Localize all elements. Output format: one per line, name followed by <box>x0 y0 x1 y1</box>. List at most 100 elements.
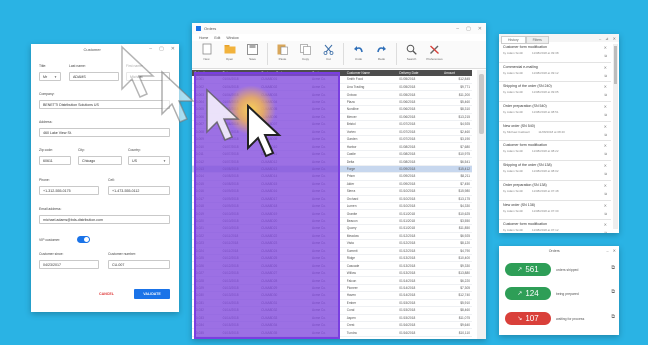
title-select[interactable]: Mr ▼ <box>39 72 61 81</box>
cut-button[interactable]: Cut <box>320 43 337 61</box>
table-cell: 01/08/2018 <box>397 157 442 166</box>
close-icon[interactable]: ✕ <box>613 248 616 253</box>
open-icon[interactable]: ⧉ <box>604 152 607 156</box>
history-scrollbar[interactable] <box>613 44 618 229</box>
validate-button[interactable]: VALIDATE <box>134 289 170 299</box>
menu-window[interactable]: Window <box>226 36 238 40</box>
trend-down-icon: ↘ <box>517 316 523 322</box>
orders-waiting-row[interactable]: ↘ 107 waiting for process <box>505 312 606 325</box>
close-icon[interactable]: ✕ <box>604 45 607 50</box>
list-item[interactable]: New order (SN 138) by Adam Smith 11/08/20… <box>499 201 611 221</box>
list-item[interactable]: Order preparation (SN 138) by Adam Smith … <box>499 181 611 201</box>
save-button[interactable]: Save <box>244 43 261 61</box>
zip-label: Zip code: <box>39 148 53 152</box>
new-button[interactable]: New <box>198 43 215 61</box>
close-icon[interactable]: ✕ <box>604 143 607 148</box>
country-select[interactable]: US ▼ <box>128 156 170 165</box>
table-cell: $5,910 <box>441 299 472 308</box>
external-link-icon[interactable]: ⧉ <box>611 289 615 295</box>
last-name-field[interactable]: ADAMS <box>69 72 119 81</box>
paste-button[interactable]: Paste <box>274 43 291 61</box>
table-cell: Falcon <box>344 276 398 285</box>
close-icon[interactable]: ✕ <box>604 183 607 188</box>
open-icon[interactable]: ⧉ <box>604 192 607 196</box>
list-item[interactable]: Customer form modification by Adam Smith … <box>499 43 611 63</box>
open-icon[interactable]: ⧉ <box>604 133 607 137</box>
history-item-time: 11/08/2018 at 09:12 <box>532 70 559 75</box>
close-icon[interactable]: ✕ <box>604 84 607 89</box>
close-icon[interactable]: ✕ <box>604 104 607 109</box>
open-icon[interactable]: ⧉ <box>604 172 607 176</box>
minimize-icon[interactable]: – <box>599 36 601 41</box>
open-icon[interactable]: ⧉ <box>604 54 607 58</box>
orders-shipped-row[interactable]: ↗ 561 orders shipped <box>505 263 606 276</box>
close-icon[interactable]: ✕ <box>613 36 616 41</box>
table-cell: Bristol <box>344 120 398 129</box>
close-icon[interactable]: ✕ <box>604 203 607 208</box>
history-item-meta: by Adam Smith 11/08/2018 at 07:12 <box>503 228 608 232</box>
close-icon[interactable]: ✕ <box>604 124 607 129</box>
close-icon[interactable]: ✕ <box>171 46 175 52</box>
zip-field[interactable]: 60611 <box>39 156 71 165</box>
list-item[interactable]: New order (SN 540) by Michael Caldwell 11… <box>499 122 611 142</box>
menu-home[interactable]: Home <box>199 36 208 40</box>
cell-field[interactable]: +1-473-555-0112 <box>108 186 170 195</box>
minimize-icon[interactable]: – <box>456 26 459 32</box>
customer-number-field[interactable]: CU-007 <box>108 260 170 269</box>
trend-up-icon: ↗ <box>517 267 523 273</box>
grid-scrollbar[interactable] <box>477 70 486 339</box>
table-cell: Vista <box>344 239 398 248</box>
open-button[interactable]: Open <box>221 43 238 61</box>
table-cell: Plaza <box>344 98 398 107</box>
history-scrollbar-thumb[interactable] <box>614 46 617 84</box>
address-field[interactable]: 460 Lake View St. <box>39 128 170 137</box>
email-field[interactable]: michael.adams@bds-distribution.com <box>39 215 170 224</box>
external-link-icon[interactable]: ⧉ <box>611 314 615 320</box>
phone-field[interactable]: +1-312-555-0175 <box>39 186 99 195</box>
table-cell: $3,550 <box>441 217 472 226</box>
customer-since-field[interactable]: 04/23/2017 <box>39 260 99 269</box>
open-icon[interactable]: ⧉ <box>604 231 607 233</box>
city-field[interactable]: Chicago <box>78 156 122 165</box>
phone-label: Phone: <box>39 178 50 182</box>
list-item[interactable]: Order preparation (SN 540) by Adam Smith … <box>499 102 611 122</box>
history-item-author: by Adam Smith <box>503 90 524 95</box>
copy-icon <box>300 43 312 55</box>
preferences-button[interactable]: Preferences <box>426 43 443 61</box>
close-icon[interactable]: ✕ <box>604 163 607 168</box>
list-item[interactable]: Shipping of the order (SN 138) by Adam Sm… <box>499 161 611 181</box>
undo-button[interactable]: Undo <box>350 43 367 61</box>
open-icon[interactable]: ⧉ <box>604 212 607 216</box>
search-button[interactable]: Search <box>403 43 420 61</box>
vip-toggle[interactable] <box>77 236 90 243</box>
list-item[interactable]: Customer form modification by Adam Smith … <box>499 141 611 162</box>
close-icon[interactable]: ✕ <box>604 65 607 70</box>
main-titlebar: Orders – ▢ ✕ <box>192 23 486 34</box>
minimize-icon[interactable]: – <box>606 248 608 253</box>
table-cell: $10,975 <box>441 150 472 159</box>
external-link-icon[interactable]: ⧉ <box>611 265 615 271</box>
copy-button[interactable]: Copy <box>297 43 314 61</box>
cancel-button[interactable]: CANCEL <box>99 292 114 296</box>
grid-scrollbar-thumb[interactable] <box>479 74 484 134</box>
table-cell: $8,211 <box>441 172 472 181</box>
pin-icon[interactable]: ⊿ <box>605 36 608 41</box>
orders-prepared-row[interactable]: ↗ 124 being prepared <box>505 287 606 300</box>
open-icon[interactable]: ⧉ <box>604 113 607 117</box>
list-item[interactable]: Customer form modification by Adam Smith … <box>499 220 611 233</box>
maximize-icon[interactable]: ▢ <box>466 26 471 32</box>
close-icon[interactable]: ✕ <box>604 222 607 227</box>
orders-shipped-label: orders shipped <box>556 267 579 272</box>
table-cell: 01/16/2018 <box>397 321 442 330</box>
redo-button[interactable]: Redo <box>373 43 390 61</box>
close-icon[interactable]: ✕ <box>478 26 482 32</box>
open-icon[interactable]: ⧉ <box>604 74 607 78</box>
open-icon[interactable]: ⧉ <box>604 93 607 97</box>
list-item[interactable]: Shipping of the order (SN 240) by Adam Sm… <box>499 82 611 103</box>
table-cell: $6,541 <box>441 157 472 166</box>
history-item-title: Shipping of the order (SN 138) <box>503 163 552 168</box>
mouse-pointer-icon <box>247 104 282 158</box>
menu-edit[interactable]: Edit <box>214 36 220 40</box>
history-item-title: Customer form modification <box>503 45 547 49</box>
list-item[interactable]: Commercial e-mailing by Adam Smith 11/08/… <box>499 63 611 83</box>
